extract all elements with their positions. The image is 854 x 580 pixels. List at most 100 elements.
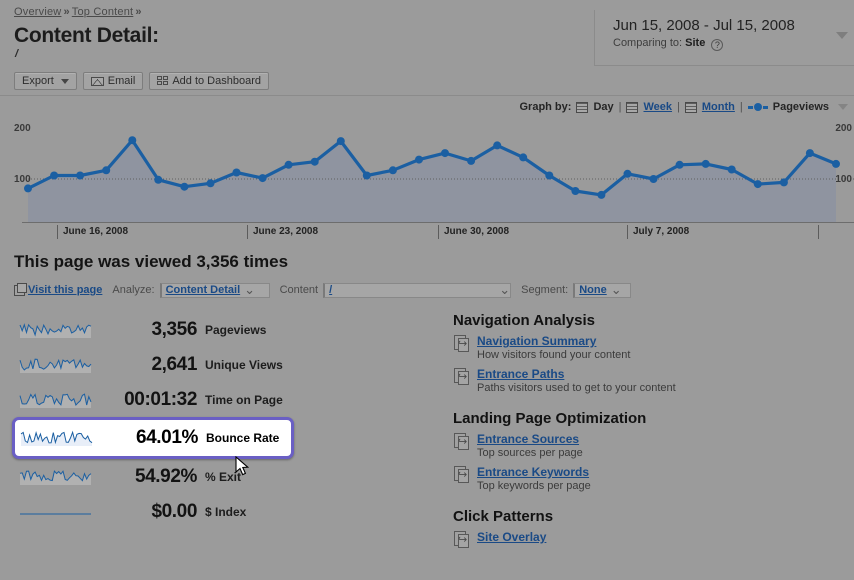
breadcrumb-item-overview[interactable]: Overview bbox=[14, 6, 61, 18]
week-grid-icon[interactable] bbox=[626, 101, 639, 113]
help-icon[interactable]: ? bbox=[711, 39, 724, 51]
section-title: Click Patterns bbox=[453, 508, 554, 525]
metric-value: 00:01:32 bbox=[124, 388, 197, 410]
date-range-selector[interactable]: Jun 15, 2008 - Jul 15, 2008 Comparing to… bbox=[594, 10, 854, 66]
analyze-select-value: Content Detail bbox=[165, 284, 241, 296]
breadcrumb-item-top-content[interactable]: Top Content bbox=[72, 6, 134, 18]
x-tick-label: June 16, 2008 bbox=[57, 225, 128, 239]
x-tick-label: June 23, 2008 bbox=[247, 225, 318, 239]
x-tick-label: July 7, 2008 bbox=[627, 225, 689, 239]
sparkline bbox=[19, 469, 92, 485]
y-axis-label-200-right: 200 bbox=[835, 123, 852, 134]
section-title: Landing Page Optimization bbox=[453, 410, 647, 427]
metric-row-exit[interactable]: 54.92% % Exit bbox=[14, 459, 434, 494]
analysis-link[interactable]: Site Overlay bbox=[477, 530, 546, 544]
dashboard-grid-icon bbox=[157, 76, 169, 86]
document-flow-icon: ↪ bbox=[453, 335, 470, 353]
analyze-select[interactable]: Content Detail bbox=[159, 282, 270, 298]
analysis-link[interactable]: Navigation Summary bbox=[477, 334, 596, 348]
sparkline bbox=[19, 392, 92, 408]
metric-label: Unique Views bbox=[205, 357, 283, 372]
separator-3: | bbox=[739, 101, 743, 113]
month-grid-icon[interactable] bbox=[684, 101, 697, 113]
metric-row-bounce-rate[interactable]: 64.01% Bounce Rate bbox=[12, 417, 294, 459]
graph-by-week[interactable]: Week bbox=[643, 101, 672, 113]
metric-label: $ Index bbox=[205, 504, 247, 519]
sparkline-wrapper bbox=[18, 500, 93, 524]
metric-value: 64.01% bbox=[135, 427, 198, 448]
analysis-links-panel: Navigation Analysis ↪ Navigation Summary Ho… bbox=[453, 312, 853, 555]
metric-row-pageviews[interactable]: 3,356 Pageviews bbox=[14, 312, 434, 347]
visit-this-page-link[interactable]: Visit this page bbox=[28, 284, 102, 296]
metric-label: Time on Page bbox=[205, 392, 283, 407]
chevron-down-icon bbox=[611, 286, 620, 295]
graph-by-label: Graph by: bbox=[519, 101, 572, 113]
page-subtitle: / bbox=[15, 48, 19, 60]
sparkline-wrapper bbox=[18, 353, 93, 377]
metrics-list: 3,356 Pageviews 2,641 Unique Views 00:01:32 T… bbox=[12, 312, 434, 529]
envelope-icon bbox=[90, 76, 104, 86]
metric-row-time-on-page[interactable]: 00:01:32 Time on Page bbox=[14, 382, 434, 417]
sparkline bbox=[20, 513, 91, 514]
y-axis-label-100-left: 100 bbox=[14, 174, 31, 185]
comparing-to-label: Comparing to: bbox=[613, 37, 683, 49]
analysis-link-item[interactable]: ↪ Entrance Keywords Top keywords per page bbox=[453, 465, 853, 492]
analysis-link-item[interactable]: ↪ Site Overlay bbox=[453, 530, 853, 549]
sparkline-wrapper bbox=[18, 388, 93, 412]
email-button[interactable]: Email bbox=[82, 72, 144, 90]
segment-select-value: None bbox=[579, 284, 607, 296]
breadcrumb: Overview» Top Content» bbox=[14, 6, 144, 18]
x-tick-mark bbox=[818, 225, 824, 239]
day-grid-icon[interactable] bbox=[576, 101, 589, 113]
page-views-headline: This page was viewed 3,356 times bbox=[14, 252, 289, 271]
metric-label: Bounce Rate bbox=[206, 431, 280, 445]
metric-label: % Exit bbox=[205, 469, 242, 484]
export-button-label: Export bbox=[22, 75, 54, 87]
analysis-link[interactable]: Entrance Keywords bbox=[477, 465, 589, 479]
line-marker-icon bbox=[747, 103, 768, 111]
metric-row-unique-views[interactable]: 2,641 Unique Views bbox=[14, 347, 434, 382]
external-link-icon bbox=[14, 282, 27, 296]
analysis-link-description: Top keywords per page bbox=[477, 480, 591, 492]
comparing-to-value: Site bbox=[685, 37, 706, 49]
export-button[interactable]: Export bbox=[14, 72, 77, 90]
analysis-link-item[interactable]: ↪ Entrance Paths Paths visitors used to ge… bbox=[453, 367, 853, 394]
analysis-link-text: Entrance Keywords Top keywords per page bbox=[477, 465, 591, 492]
analysis-link-text: Entrance Paths Paths visitors used to get… bbox=[477, 367, 676, 394]
analysis-link-text: Site Overlay bbox=[477, 530, 546, 549]
document-icon: ↪ bbox=[453, 531, 470, 549]
sparkline bbox=[19, 322, 92, 338]
metric-value: $0.00 bbox=[151, 500, 197, 522]
chevron-down-icon[interactable] bbox=[838, 104, 848, 110]
breadcrumb-separator-1: » bbox=[63, 6, 70, 18]
add-to-dashboard-label: Add to Dashboard bbox=[172, 75, 261, 87]
segment-select[interactable]: None bbox=[573, 282, 632, 298]
analysis-link-item[interactable]: ↪ Navigation Summary How visitors found yo… bbox=[453, 334, 853, 361]
date-range-value: Jun 15, 2008 - Jul 15, 2008 bbox=[613, 17, 795, 34]
analysis-link[interactable]: Entrance Paths bbox=[477, 367, 564, 381]
chevron-down-icon bbox=[499, 286, 508, 295]
chevron-down-icon bbox=[60, 78, 69, 84]
sparkline bbox=[20, 430, 93, 446]
content-select[interactable]: / bbox=[323, 282, 512, 298]
document-arrow-out-icon: ↪ bbox=[453, 433, 470, 451]
graph-by-month[interactable]: Month bbox=[702, 101, 735, 113]
analysis-link[interactable]: Entrance Sources bbox=[477, 432, 579, 446]
graph-by-metric[interactable]: Pageviews bbox=[773, 101, 829, 113]
add-to-dashboard-button[interactable]: Add to Dashboard bbox=[149, 72, 269, 90]
comparing-to: Comparing to: Site ? bbox=[613, 37, 832, 51]
metric-row-index[interactable]: $0.00 $ Index bbox=[14, 494, 434, 529]
breadcrumb-separator-2: » bbox=[135, 6, 142, 18]
x-tick-label: June 30, 2008 bbox=[438, 225, 509, 239]
graph-by-day[interactable]: Day bbox=[593, 101, 613, 113]
analysis-link-item[interactable]: ↪ Entrance Sources Top sources per page bbox=[453, 432, 853, 459]
sparkline bbox=[19, 358, 92, 373]
chevron-down-icon bbox=[244, 286, 253, 295]
metric-value: 54.92% bbox=[134, 465, 197, 487]
sparkline-wrapper bbox=[18, 465, 93, 489]
metric-label: Pageviews bbox=[205, 322, 267, 337]
sparkline-wrapper bbox=[18, 318, 93, 342]
chevron-down-icon[interactable] bbox=[836, 32, 848, 39]
y-axis-label-100-right: 100 bbox=[835, 174, 852, 185]
separator-2: | bbox=[677, 101, 680, 113]
